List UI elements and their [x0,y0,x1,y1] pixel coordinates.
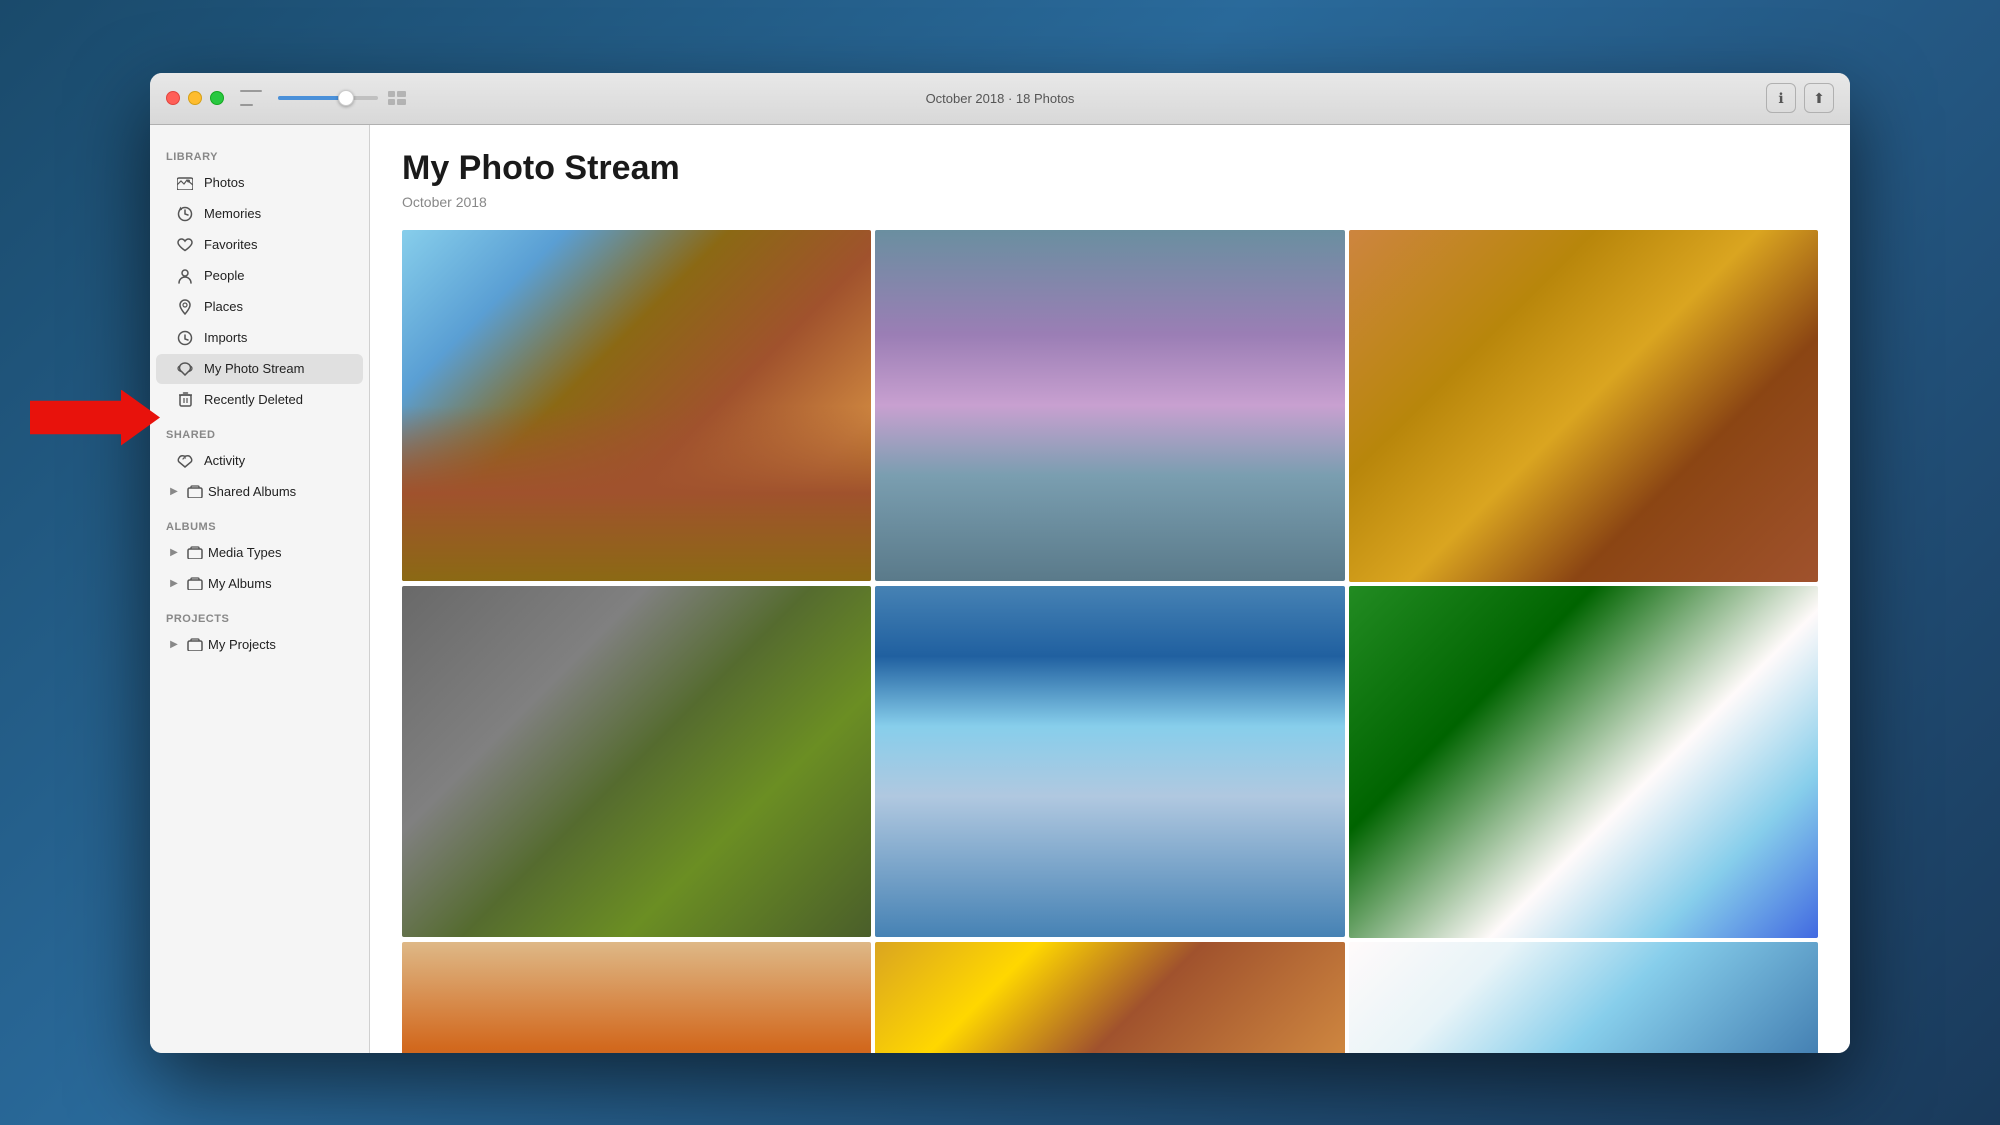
sidebar-item-photo-stream-label: My Photo Stream [204,361,304,376]
zoom-slider-container [278,96,378,100]
content-area: My Photo Stream October 2018 [370,125,1850,1053]
zoom-slider-thumb[interactable] [338,90,354,106]
window-title: October 2018 · 18 Photos [926,91,1075,106]
mac-window: October 2018 · 18 Photos ℹ ⬆ Library [150,73,1850,1053]
close-button[interactable] [166,91,180,105]
sidebar-item-recently-deleted[interactable]: Recently Deleted [156,385,363,415]
shared-albums-expand-icon: ▶ [168,486,180,498]
sidebar-item-imports[interactable]: Imports [156,323,363,353]
media-types-expand-icon: ▶ [168,547,180,559]
title-bar: October 2018 · 18 Photos ℹ ⬆ [150,73,1850,125]
my-projects-icon [186,636,204,654]
screen-wrapper: October 2018 · 18 Photos ℹ ⬆ Library [150,73,1850,1053]
photo-item[interactable] [875,586,1344,938]
photo-item[interactable] [402,942,871,1053]
my-projects-expand-icon: ▶ [168,639,180,651]
trash-icon [176,391,194,409]
my-albums-icon [186,575,204,593]
grid-size-icon[interactable] [386,90,408,106]
sidebar-item-my-projects-label: My Projects [208,637,276,652]
sidebar-item-favorites-label: Favorites [204,237,257,252]
photo-item[interactable] [1349,586,1818,938]
sidebar-item-imports-label: Imports [204,330,247,345]
my-albums-expand-icon: ▶ [168,578,180,590]
sidebar-item-places-label: Places [204,299,243,314]
sidebar-item-my-albums[interactable]: ▶ My Albums [156,569,363,599]
photo-item[interactable] [402,230,871,582]
photo-item[interactable] [1349,230,1818,582]
title-bar-actions: ℹ ⬆ [1766,83,1834,113]
sidebar-item-places[interactable]: Places [156,292,363,322]
sidebar-item-shared-albums-label: Shared Albums [208,484,296,499]
sidebar-item-activity-label: Activity [204,453,245,468]
sidebar-albums-header: Albums [150,511,369,537]
sidebar-shared-header: Shared [150,419,369,445]
sidebar-item-recently-deleted-label: Recently Deleted [204,392,303,407]
sidebar-library-header: Library [150,141,369,167]
activity-icon [176,452,194,470]
sidebar-item-photo-stream[interactable]: My Photo Stream [156,354,363,384]
photo-stream-icon [176,360,194,378]
toolbar-controls [240,90,408,106]
sidebar-item-media-types[interactable]: ▶ Media Types [156,538,363,568]
sidebar-item-activity[interactable]: Activity [156,446,363,476]
shared-albums-icon [186,483,204,501]
sidebar-item-photos-label: Photos [204,175,244,190]
media-types-icon [186,544,204,562]
photo-item[interactable] [1349,942,1818,1053]
places-icon [176,298,194,316]
sidebar-item-shared-albums[interactable]: ▶ Shared Albums [156,477,363,507]
share-button[interactable]: ⬆ [1804,83,1834,113]
content-title: My Photo Stream [402,149,1818,188]
sidebar-item-media-types-label: Media Types [208,545,281,560]
zoom-slider-fill [278,96,343,100]
zoom-slider-track[interactable] [278,96,378,100]
sidebar-item-memories-label: Memories [204,206,261,221]
sidebar-item-my-projects[interactable]: ▶ My Projects [156,630,363,660]
info-button[interactable]: ℹ [1766,83,1796,113]
sidebar-projects-header: Projects [150,603,369,629]
photo-item[interactable] [875,942,1344,1053]
content-subtitle: October 2018 [402,194,1818,210]
sidebar-item-people-label: People [204,268,244,283]
traffic-lights [166,91,224,105]
memories-icon [176,205,194,223]
sidebar: Library Photos [150,125,370,1053]
main-area: Library Photos [150,125,1850,1053]
sidebar-item-photos[interactable]: Photos [156,168,363,198]
favorites-icon [176,236,194,254]
maximize-button[interactable] [210,91,224,105]
people-icon [176,267,194,285]
photo-grid [402,230,1818,1053]
sidebar-toggle-icon[interactable] [240,90,262,106]
photo-item[interactable] [875,230,1344,582]
photo-item[interactable] [402,586,871,938]
sidebar-item-favorites[interactable]: Favorites [156,230,363,260]
photos-icon [176,174,194,192]
sidebar-item-memories[interactable]: Memories [156,199,363,229]
minimize-button[interactable] [188,91,202,105]
sidebar-item-my-albums-label: My Albums [208,576,272,591]
sidebar-item-people[interactable]: People [156,261,363,291]
imports-icon [176,329,194,347]
